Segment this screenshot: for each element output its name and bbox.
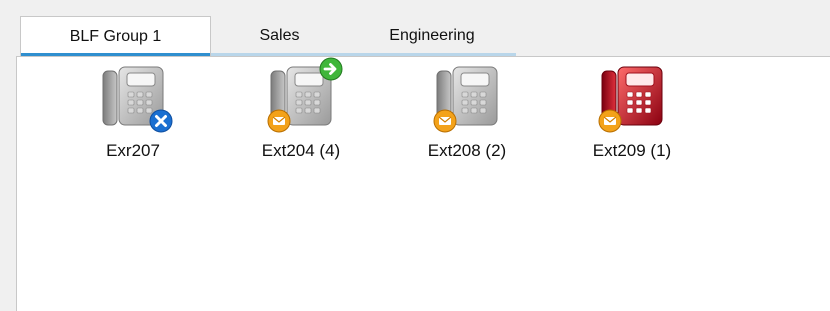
phone-icon — [267, 57, 343, 133]
phone-icon — [101, 65, 173, 133]
tab-sales[interactable]: Sales — [211, 16, 348, 56]
tab-active-indicator — [21, 53, 210, 56]
extension-label: Ext204 (4) — [261, 141, 341, 160]
forward-arrow-badge-icon — [319, 57, 343, 81]
tab-label: Engineering — [389, 27, 475, 44]
phone-icon — [433, 65, 499, 133]
extension-item[interactable]: Ext209 (1) — [567, 65, 697, 161]
extension-item[interactable]: Exr207 — [68, 65, 198, 161]
tab-label: Sales — [259, 27, 300, 44]
tab-label: BLF Group 1 — [69, 27, 162, 45]
tab-engineering[interactable]: Engineering — [348, 16, 516, 56]
blf-tab-bar: BLF Group 1 Sales Engineering — [20, 16, 516, 56]
voicemail-badge-icon — [267, 109, 291, 133]
extension-label: Ext209 (1) — [592, 141, 672, 160]
extension-label: Ext208 (2) — [427, 141, 507, 160]
extension-item[interactable]: Ext208 (2) — [402, 65, 532, 161]
extensions-panel: Exr207 Ext204 (4) Ext208 (2) Ext209 (1) — [16, 56, 830, 311]
tab-blf-group-1[interactable]: BLF Group 1 — [20, 16, 211, 56]
extension-label: Exr207 — [106, 141, 160, 160]
voicemail-badge-icon — [598, 109, 622, 133]
extension-item[interactable]: Ext204 (4) — [236, 57, 366, 161]
offline-x-badge-icon — [149, 109, 173, 133]
phone-icon — [598, 65, 664, 133]
voicemail-badge-icon — [433, 109, 457, 133]
blf-panel-root: BLF Group 1 Sales Engineering Exr207 Ext… — [0, 0, 830, 311]
